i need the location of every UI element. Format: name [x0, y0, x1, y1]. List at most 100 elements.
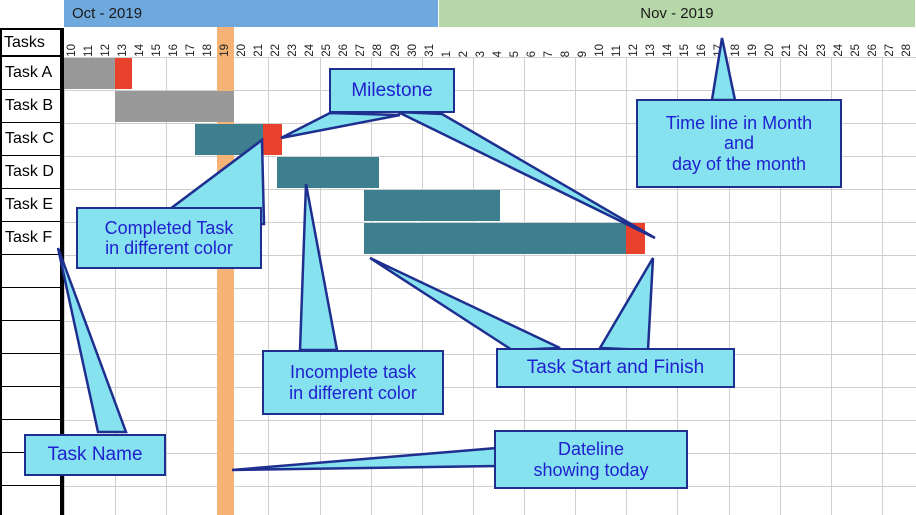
- day-tick-label: 10: [594, 44, 606, 57]
- day-tick-label: 1: [440, 50, 453, 57]
- day-tick-label: 26: [338, 44, 351, 57]
- day-tick-label: 21: [253, 44, 266, 57]
- callout-dateline-line1: Dateline: [557, 439, 625, 460]
- day-tick-label: 13: [116, 44, 129, 57]
- callout-incomplete-line2: in different color: [289, 382, 417, 403]
- day-tick-label: 21: [781, 44, 794, 57]
- callout-incomplete-task[interactable]: Incomplete task in different color: [262, 350, 444, 415]
- task-row-label-task-e[interactable]: Task E: [0, 189, 62, 223]
- callout-dateline[interactable]: Dateline showing today: [494, 430, 688, 489]
- day-tick-label: 23: [287, 44, 300, 57]
- task-label-text: Task A: [5, 64, 53, 81]
- day-tick-28: 28: [899, 27, 916, 57]
- day-tick-14: 14: [132, 27, 149, 57]
- day-tick-label: 5: [508, 50, 521, 57]
- day-tick-strip: 10 11 12 13 14 15 16 17 18 19 20 21 22 23 24 25 26 27 28 29…: [64, 27, 916, 57]
- gantt-bar-task-c-milestone[interactable]: [263, 124, 283, 155]
- grid-hline: [64, 486, 916, 487]
- task-row-label-task-a[interactable]: Task A: [0, 57, 62, 91]
- gantt-bar-task-f-incomplete[interactable]: [363, 223, 627, 254]
- day-tick-label: 25: [849, 44, 862, 57]
- day-tick-label: 9: [576, 50, 589, 57]
- day-tick-label: 12: [628, 44, 641, 57]
- task-row-label-empty[interactable]: [0, 486, 62, 515]
- grid-vline: [166, 57, 168, 515]
- day-tick-label: 14: [662, 44, 675, 57]
- task-row-label-empty[interactable]: [0, 255, 62, 289]
- day-tick-9: 9: [575, 27, 592, 57]
- day-tick-10: 10: [592, 27, 609, 57]
- callout-completed-task[interactable]: Completed Task in different color: [76, 207, 262, 269]
- day-tick-2: 2: [456, 27, 473, 57]
- month-label: Oct - 2019: [72, 5, 143, 22]
- day-tick-label: 18: [730, 44, 743, 57]
- day-tick-16: 16: [694, 27, 711, 57]
- gantt-bar-task-e-incomplete[interactable]: [363, 190, 501, 221]
- day-tick-14: 14: [660, 27, 677, 57]
- task-row-label-task-b[interactable]: Task B: [0, 90, 62, 124]
- task-row-label-empty[interactable]: [0, 387, 62, 421]
- task-row-label-task-d[interactable]: Task D: [0, 156, 62, 190]
- task-label-text: Task B: [5, 97, 54, 114]
- day-tick-15: 15: [677, 27, 694, 57]
- callout-milestone[interactable]: Milestone: [329, 68, 455, 113]
- day-tick-label: 31: [423, 44, 436, 57]
- day-tick-19: 19: [217, 27, 235, 57]
- day-tick-label: 14: [133, 44, 146, 57]
- callout-timeline[interactable]: Time line in Month and day of the month: [636, 99, 842, 188]
- day-tick-3: 3: [473, 27, 490, 57]
- day-tick-label: 16: [168, 44, 180, 57]
- day-tick-label: 24: [304, 44, 317, 57]
- gantt-bar-task-f-milestone[interactable]: [626, 223, 646, 254]
- day-tick-label: 7: [542, 50, 555, 57]
- gantt-bar-task-d-incomplete[interactable]: [277, 157, 380, 188]
- day-tick-label: 30: [406, 44, 419, 57]
- callout-timeline-line2: and: [723, 133, 755, 154]
- callout-milestone-line1: Milestone: [351, 79, 433, 101]
- task-label-text: Task C: [5, 130, 54, 147]
- day-tick-label: 28: [900, 44, 913, 57]
- tasks-header-label: Tasks: [4, 33, 45, 51]
- grid-hline: [64, 453, 916, 454]
- day-tick-7: 7: [541, 27, 558, 57]
- day-tick-23: 23: [814, 27, 831, 57]
- task-row-label-empty[interactable]: [0, 321, 62, 355]
- day-tick-28: 28: [371, 27, 388, 57]
- grid-hline: [64, 354, 916, 355]
- callout-timeline-line1: Time line in Month: [665, 113, 813, 134]
- day-tick-27: 27: [882, 27, 899, 57]
- day-tick-13: 13: [643, 27, 660, 57]
- month-label: Nov - 2019: [640, 5, 714, 22]
- month-band-oct: Oct - 2019: [64, 0, 439, 27]
- task-row-label-task-f[interactable]: Task F: [0, 222, 62, 256]
- day-tick-20: 20: [234, 27, 251, 57]
- task-row-label-task-c[interactable]: Task C: [0, 123, 62, 157]
- callout-timeline-line3: day of the month: [671, 153, 807, 174]
- gantt-bar-task-a-completed[interactable]: [64, 58, 116, 89]
- callout-start-finish-line1: Task Start and Finish: [526, 357, 705, 379]
- day-tick-label: 17: [713, 44, 726, 57]
- gantt-bar-task-c-incomplete[interactable]: [195, 124, 264, 155]
- day-tick-15: 15: [149, 27, 166, 57]
- task-row-label-empty[interactable]: [0, 288, 62, 322]
- day-tick-label: 29: [389, 44, 402, 57]
- callout-task-start-finish[interactable]: Task Start and Finish: [496, 348, 735, 388]
- gantt-bar-task-b-completed[interactable]: [115, 91, 235, 122]
- task-label-text: Task D: [5, 163, 54, 180]
- day-tick-25: 25: [320, 27, 337, 57]
- day-tick-label: 20: [236, 44, 249, 57]
- day-tick-label: 13: [645, 44, 658, 57]
- grid-vline: [319, 57, 321, 515]
- callout-task-name[interactable]: Task Name: [24, 434, 166, 476]
- day-tick-27: 27: [354, 27, 371, 57]
- day-tick-6: 6: [524, 27, 541, 57]
- day-tick-30: 30: [405, 27, 422, 57]
- task-row-label-empty[interactable]: [0, 354, 62, 388]
- day-tick-24: 24: [303, 27, 320, 57]
- day-tick-label: 24: [832, 44, 845, 57]
- gantt-bar-task-a-milestone[interactable]: [115, 58, 133, 89]
- day-tick-18: 18: [729, 27, 746, 57]
- day-tick-21: 21: [780, 27, 797, 57]
- grid-vline: [881, 57, 883, 515]
- callout-dateline-line2: showing today: [533, 459, 649, 480]
